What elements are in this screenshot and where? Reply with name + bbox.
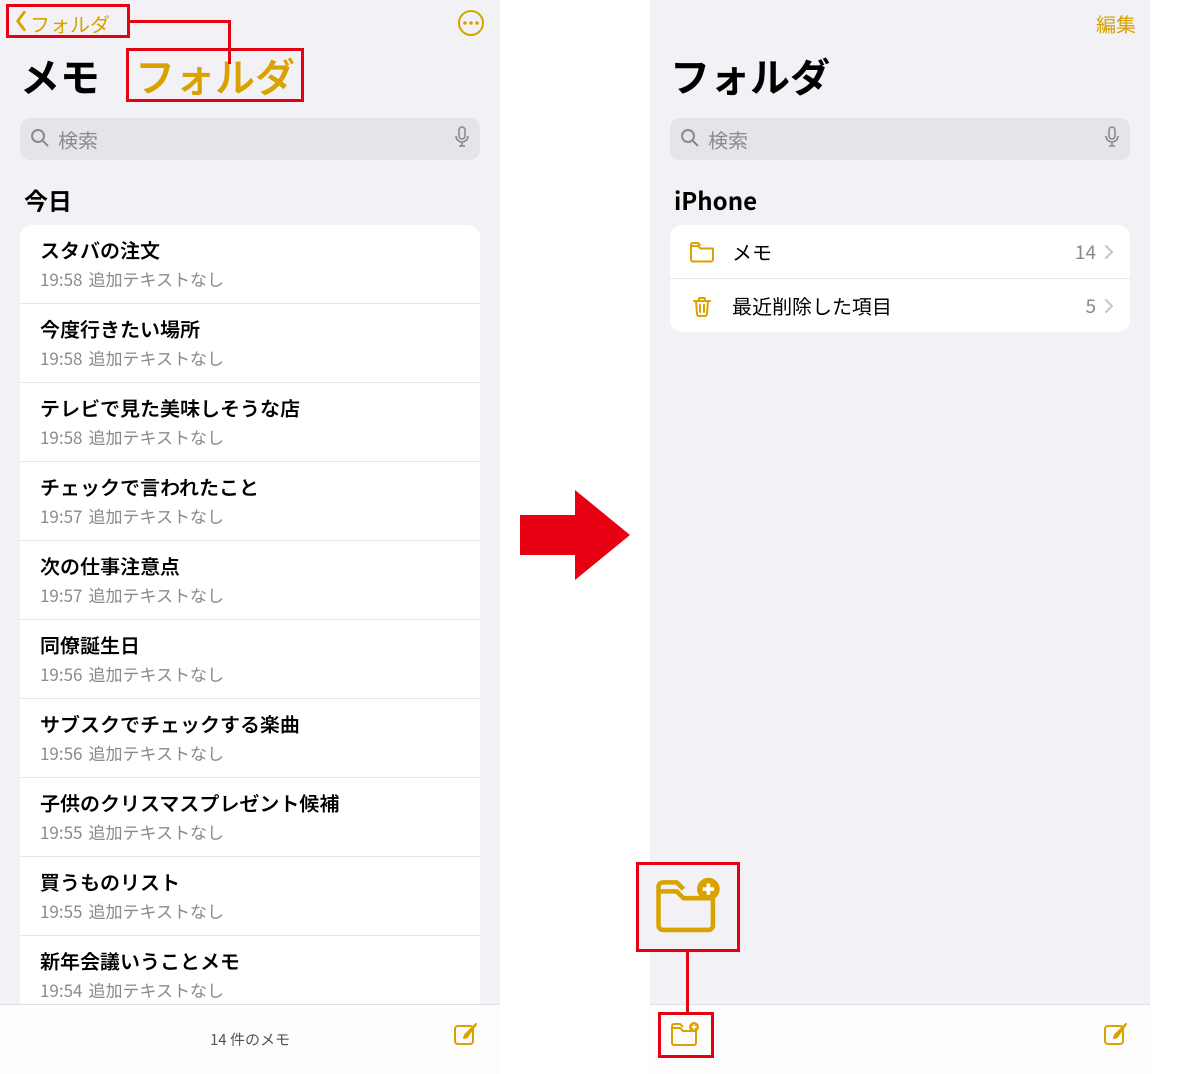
compose-button[interactable] bbox=[452, 1021, 480, 1054]
note-subtitle: 19:56追加テキストなし bbox=[40, 661, 460, 686]
new-folder-icon bbox=[670, 1021, 700, 1052]
folder-row[interactable]: 最近削除した項目5 bbox=[670, 279, 1130, 332]
left-title-row: メモ フォルダ bbox=[0, 46, 500, 112]
note-subtitle: 19:57追加テキストなし bbox=[40, 503, 460, 528]
compose-icon bbox=[1102, 1033, 1130, 1054]
chevron-right-icon bbox=[1104, 244, 1114, 260]
note-title: チェックで言われたこと bbox=[40, 472, 460, 501]
notes-list: スタバの注文19:58追加テキストなし今度行きたい場所19:58追加テキストなし… bbox=[20, 225, 480, 1014]
more-button[interactable] bbox=[456, 8, 486, 38]
chevron-right-icon bbox=[1104, 298, 1114, 314]
folder-count: 14 bbox=[1075, 238, 1096, 265]
note-subtitle: 19:58追加テキストなし bbox=[40, 266, 460, 291]
search-field[interactable]: 検索 bbox=[20, 118, 480, 160]
note-subtitle: 19:54追加テキストなし bbox=[40, 977, 460, 1002]
note-title: 同僚誕生日 bbox=[40, 630, 460, 659]
section-today: 今日 bbox=[0, 176, 500, 225]
trash-icon bbox=[686, 294, 718, 318]
mic-icon bbox=[454, 125, 470, 154]
edit-button[interactable]: 編集 bbox=[1096, 9, 1136, 38]
search-placeholder: 検索 bbox=[58, 125, 454, 154]
section-device: iPhone bbox=[650, 176, 1150, 225]
right-screen: 編集 フォルダ 検索 iPhone メモ14最近削除した項目5 bbox=[650, 0, 1150, 1074]
note-row[interactable]: チェックで言われたこと19:57追加テキストなし bbox=[20, 462, 480, 541]
search-icon bbox=[30, 125, 58, 154]
note-title: テレビで見た美味しそうな店 bbox=[40, 393, 460, 422]
folders-list: メモ14最近削除した項目5 bbox=[670, 225, 1130, 332]
note-subtitle: 19:57追加テキストなし bbox=[40, 582, 460, 607]
search-field[interactable]: 検索 bbox=[670, 118, 1130, 160]
chevron-left-icon bbox=[14, 9, 28, 38]
folder-label: メモ bbox=[732, 237, 1075, 266]
note-row[interactable]: 子供のクリスマスプレゼント候補19:55追加テキストなし bbox=[20, 778, 480, 857]
note-subtitle: 19:55追加テキストなし bbox=[40, 819, 460, 844]
notes-count: 14 件のメモ bbox=[210, 1029, 290, 1050]
folder-label: 最近削除した項目 bbox=[732, 291, 1085, 320]
note-title: 新年会議いうことメモ bbox=[40, 946, 460, 975]
note-title: サブスクでチェックする楽曲 bbox=[40, 709, 460, 738]
note-title: スタバの注文 bbox=[40, 235, 460, 264]
back-button[interactable]: フォルダ bbox=[14, 9, 110, 38]
page-title: フォルダ bbox=[670, 46, 830, 104]
compose-icon bbox=[452, 1033, 480, 1054]
back-label: フォルダ bbox=[30, 9, 110, 38]
note-row[interactable]: テレビで見た美味しそうな店19:58追加テキストなし bbox=[20, 383, 480, 462]
new-folder-button[interactable] bbox=[670, 1021, 700, 1052]
note-row[interactable]: サブスクでチェックする楽曲19:56追加テキストなし bbox=[20, 699, 480, 778]
note-title: 子供のクリスマスプレゼント候補 bbox=[40, 788, 460, 817]
annotation-folder-label: フォルダ bbox=[126, 48, 304, 102]
folder-row[interactable]: メモ14 bbox=[670, 225, 1130, 279]
right-toolbar bbox=[650, 1004, 1150, 1074]
note-row[interactable]: 新年会議いうことメモ19:54追加テキストなし bbox=[20, 936, 480, 1014]
annotation-arrow-icon bbox=[520, 480, 630, 590]
note-title: 今度行きたい場所 bbox=[40, 314, 460, 343]
search-icon bbox=[680, 125, 708, 154]
right-title-row: フォルダ bbox=[650, 46, 1150, 112]
note-subtitle: 19:58追加テキストなし bbox=[40, 424, 460, 449]
note-subtitle: 19:58追加テキストなし bbox=[40, 345, 460, 370]
search-placeholder: 検索 bbox=[708, 125, 1104, 154]
folder-icon bbox=[686, 240, 718, 264]
note-title: 買うものリスト bbox=[40, 867, 460, 896]
note-row[interactable]: 同僚誕生日19:56追加テキストなし bbox=[20, 620, 480, 699]
compose-button[interactable] bbox=[1102, 1021, 1130, 1054]
note-subtitle: 19:55追加テキストなし bbox=[40, 898, 460, 923]
comparison-stage: フォルダ メモ フォルダ 検索 今日 スタバの注文19:58追加テキストなし今度… bbox=[0, 0, 1200, 1074]
more-icon bbox=[456, 8, 486, 38]
note-row[interactable]: 買うものリスト19:55追加テキストなし bbox=[20, 857, 480, 936]
note-row[interactable]: スタバの注文19:58追加テキストなし bbox=[20, 225, 480, 304]
note-title: 次の仕事注意点 bbox=[40, 551, 460, 580]
left-screen: フォルダ メモ フォルダ 検索 今日 スタバの注文19:58追加テキストなし今度… bbox=[0, 0, 500, 1074]
note-row[interactable]: 次の仕事注意点19:57追加テキストなし bbox=[20, 541, 480, 620]
left-navbar: フォルダ bbox=[0, 0, 500, 46]
note-row[interactable]: 今度行きたい場所19:58追加テキストなし bbox=[20, 304, 480, 383]
left-toolbar: 14 件のメモ bbox=[0, 1004, 500, 1074]
page-title: メモ bbox=[20, 46, 100, 104]
mic-icon bbox=[1104, 125, 1120, 154]
folder-count: 5 bbox=[1085, 292, 1096, 319]
note-subtitle: 19:56追加テキストなし bbox=[40, 740, 460, 765]
right-navbar: 編集 bbox=[650, 0, 1150, 46]
